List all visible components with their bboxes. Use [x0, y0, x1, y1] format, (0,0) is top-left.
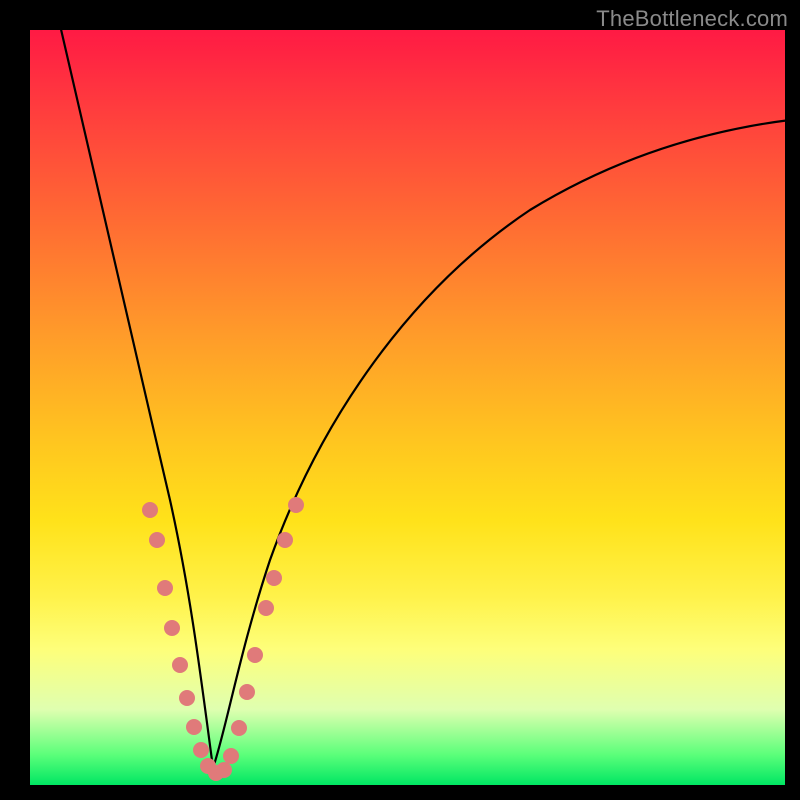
data-dot — [223, 748, 239, 764]
data-dot — [179, 690, 195, 706]
data-dot — [239, 684, 255, 700]
data-dot — [157, 580, 173, 596]
data-dot — [258, 600, 274, 616]
data-dot — [142, 502, 158, 518]
data-dot — [288, 497, 304, 513]
data-dot — [172, 657, 188, 673]
data-dot — [277, 532, 293, 548]
data-dot — [231, 720, 247, 736]
bottleneck-curve-left — [60, 25, 213, 768]
chart-frame: TheBottleneck.com — [0, 0, 800, 800]
data-dot — [164, 620, 180, 636]
plot-area — [30, 30, 785, 785]
data-dot — [193, 742, 209, 758]
data-dot — [186, 719, 202, 735]
data-dot — [149, 532, 165, 548]
data-dot — [247, 647, 263, 663]
data-dot — [216, 762, 232, 778]
bottleneck-curve-right — [213, 120, 790, 768]
data-dot — [266, 570, 282, 586]
curve-svg — [30, 30, 785, 785]
watermark: TheBottleneck.com — [596, 6, 788, 32]
